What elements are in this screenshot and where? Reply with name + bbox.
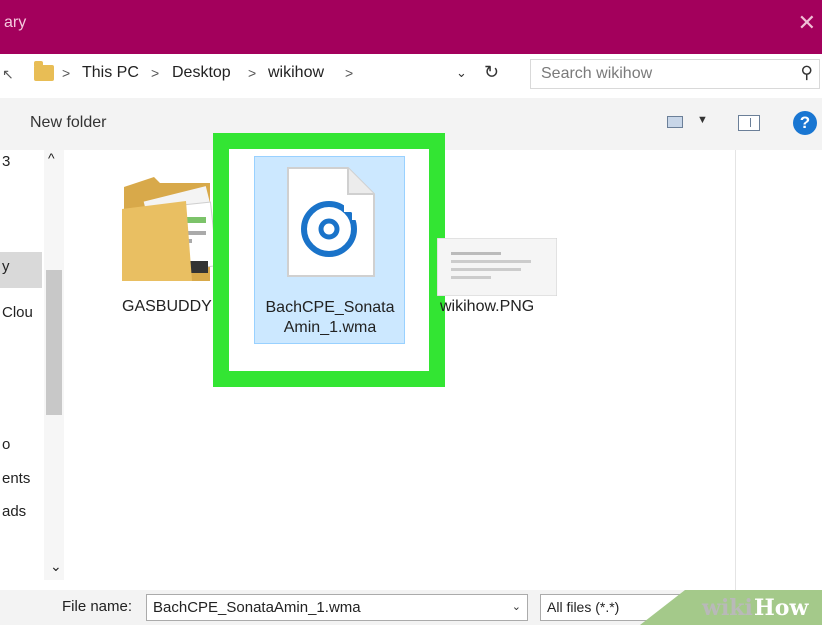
new-folder-button[interactable]: New folder xyxy=(30,114,106,132)
file-name-label: File name: xyxy=(62,598,133,615)
breadcrumb-separator: > xyxy=(345,65,354,81)
view-icon[interactable] xyxy=(667,116,683,128)
breadcrumb-this-pc[interactable]: This PC xyxy=(82,64,139,82)
nav-scrollbar-thumb[interactable] xyxy=(46,270,62,415)
title-bar: ary ✕ xyxy=(0,0,822,54)
chevron-down-icon[interactable]: ⌄ xyxy=(512,600,521,613)
search-icon[interactable]: ⚲ xyxy=(801,63,813,83)
file-label-wma[interactable]: BachCPE_Sonata Amin_1.wma xyxy=(256,298,404,338)
nav-item-downloads[interactable]: ads xyxy=(2,503,26,520)
address-row: ↖ > This PC > Desktop > wikihow > ⌄ ↻ Se… xyxy=(0,54,822,98)
breadcrumb-wikihow[interactable]: wikihow xyxy=(268,64,324,82)
scroll-down-icon[interactable]: ⌄ xyxy=(50,558,62,575)
folder-thumbnail-icon[interactable] xyxy=(120,165,218,285)
file-name-value: BachCPE_SonataAmin_1.wma xyxy=(153,599,361,616)
preview-pane xyxy=(735,150,822,590)
breadcrumb-separator: > xyxy=(151,65,160,81)
help-icon[interactable]: ? xyxy=(793,111,817,135)
scroll-up-icon[interactable]: ^ xyxy=(48,150,55,166)
preview-pane-icon[interactable] xyxy=(738,115,760,131)
address-dropdown-icon[interactable]: ⌄ xyxy=(456,65,467,81)
back-arrow-icon[interactable]: ↖ xyxy=(2,66,14,83)
refresh-icon[interactable]: ↻ xyxy=(484,62,499,83)
watermark-how: How xyxy=(754,595,809,621)
file-type-value: All files (*.*) xyxy=(547,599,620,615)
nav-item-documents[interactable]: ents xyxy=(2,470,30,487)
folder-icon xyxy=(34,61,54,81)
search-placeholder: Search wikihow xyxy=(541,65,653,82)
breadcrumb-separator: > xyxy=(62,65,71,81)
close-icon[interactable]: ✕ xyxy=(798,12,816,34)
view-dropdown-icon[interactable]: ▼ xyxy=(697,114,708,126)
search-input[interactable]: Search wikihow ⚲ xyxy=(530,59,820,89)
file-label-gasbuddy[interactable]: GASBUDDY xyxy=(122,298,212,316)
nav-item[interactable]: o xyxy=(2,436,10,453)
window-title: ary xyxy=(4,14,27,31)
nav-item[interactable]: y xyxy=(2,258,10,275)
file-label-png[interactable]: wikihow.PNG xyxy=(440,298,534,316)
audio-file-icon[interactable] xyxy=(284,166,376,278)
breadcrumb-separator: > xyxy=(248,65,257,81)
file-name-input[interactable]: BachCPE_SonataAmin_1.wma ⌄ xyxy=(146,594,528,621)
image-thumbnail-icon[interactable] xyxy=(437,238,557,296)
breadcrumb-desktop[interactable]: Desktop xyxy=(172,64,231,82)
watermark-wiki: wiki xyxy=(702,595,753,621)
nav-item-cloud[interactable]: Clou xyxy=(2,304,33,321)
nav-item[interactable]: 3 xyxy=(2,153,10,170)
